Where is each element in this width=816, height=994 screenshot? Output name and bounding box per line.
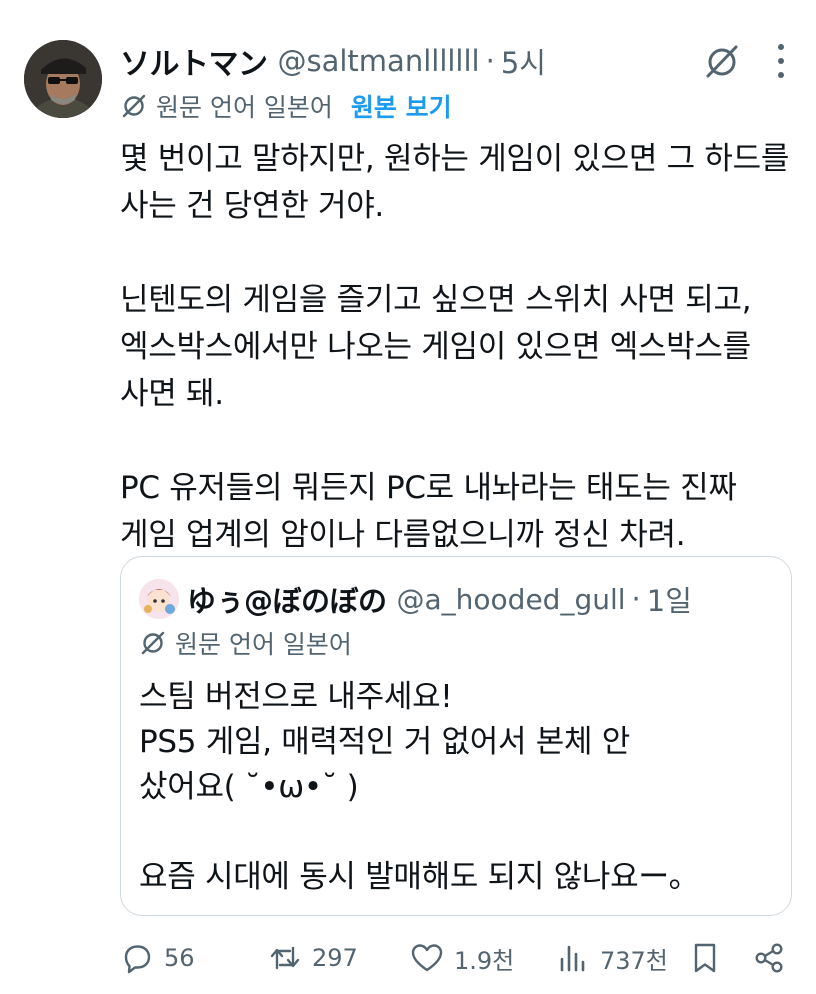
tweet-time[interactable]: 5시 (501, 40, 546, 82)
views-icon (560, 945, 585, 972)
tweet-text-line: 사면 돼. (120, 376, 224, 412)
translation-label: 원문 언어 일본어 (156, 93, 333, 122)
more-icon[interactable] (776, 44, 786, 78)
translate-icon (122, 94, 146, 118)
grok-icon[interactable] (702, 41, 742, 81)
separator-dot: · (631, 582, 641, 616)
repost-icon (270, 946, 300, 970)
quoted-text-line: PS5 게임, 매력적인 거 없어서 본체 안 (139, 724, 630, 760)
reply-button[interactable]: 56 (120, 936, 195, 980)
reply-count: 56 (164, 944, 195, 972)
share-icon (755, 943, 783, 973)
quoted-text: 스팀 버전으로 내주세요! PS5 게임, 매력적인 거 없어서 본체 안 샀어… (139, 675, 779, 900)
tweet-text-line: 사는 건 당연한 거야. (120, 188, 384, 224)
views-button[interactable]: 737천 (556, 936, 668, 980)
header-actions (702, 38, 786, 84)
quoted-author-name[interactable]: ゆぅ@ぼのぼの (187, 578, 387, 620)
tweet-text-line: 닌텐도의 게임을 즐기고 싶으면 스위치 사면 되고, (120, 282, 752, 318)
translation-row: 원문 언어 일본어 원본 보기 (120, 88, 452, 124)
quoted-translation-row: 원문 언어 일본어 (139, 625, 352, 661)
author-handle[interactable]: @saltmanlllllll (278, 44, 480, 78)
translate-icon (141, 631, 165, 655)
repost-count: 297 (312, 944, 358, 972)
like-count: 1.9천 (454, 946, 515, 975)
like-icon (411, 944, 443, 972)
tweet-text: 몇 번이고 말하지만, 원하는 게임이 있으면 그 하드를 사는 건 당연한 거… (120, 136, 800, 559)
views-count: 737천 (600, 946, 668, 975)
tweet-header: ソルトマン @saltmanlllllll · 5시 (120, 38, 786, 84)
quoted-text-line: 스팀 버전으로 내주세요! (139, 679, 453, 715)
author-name[interactable]: ソルトマン (120, 39, 268, 83)
repost-button[interactable]: 297 (268, 936, 358, 980)
separator-dot: · (485, 44, 495, 78)
quoted-author-handle[interactable]: @a_hooded_gull (397, 583, 626, 616)
quoted-text-line: 요즘 시대에 동시 발매해도 되지 않나요ー。 (139, 859, 700, 895)
avatar[interactable] (24, 40, 102, 118)
show-original-link[interactable]: 원본 보기 (351, 88, 452, 124)
action-bar: 56 297 1.9천 737천 (120, 936, 796, 980)
quoted-text-line: 샀어요( ˘•ω•˘ ) (139, 769, 359, 805)
tweet-text-line: 몇 번이고 말하지만, 원하는 게임이 있으면 그 하드를 (120, 141, 790, 177)
reply-icon (124, 945, 151, 974)
quoted-translation-label: 원문 언어 일본어 (175, 630, 352, 659)
bookmark-icon (694, 943, 716, 973)
tweet-text-line: 게임 업계의 암이나 다름없으니까 정신 차려. (120, 517, 686, 553)
bookmark-button[interactable] (688, 936, 722, 980)
quoted-avatar[interactable] (139, 579, 179, 619)
share-button[interactable] (752, 936, 786, 980)
quoted-time[interactable]: 1일 (647, 578, 692, 620)
tweet-text-line: PC 유저들의 뭐든지 PC로 내놔라는 태도는 진짜 (120, 470, 737, 506)
like-button[interactable]: 1.9천 (410, 936, 514, 980)
quoted-tweet-card[interactable]: ゆぅ@ぼのぼの @a_hooded_gull · 1일 원문 언어 일본어 스팀… (120, 556, 792, 916)
quoted-header: ゆぅ@ぼのぼの @a_hooded_gull · 1일 (187, 577, 692, 621)
tweet-text-line: 엑스박스에서만 나오는 게임이 있으면 엑스박스를 (120, 329, 751, 365)
